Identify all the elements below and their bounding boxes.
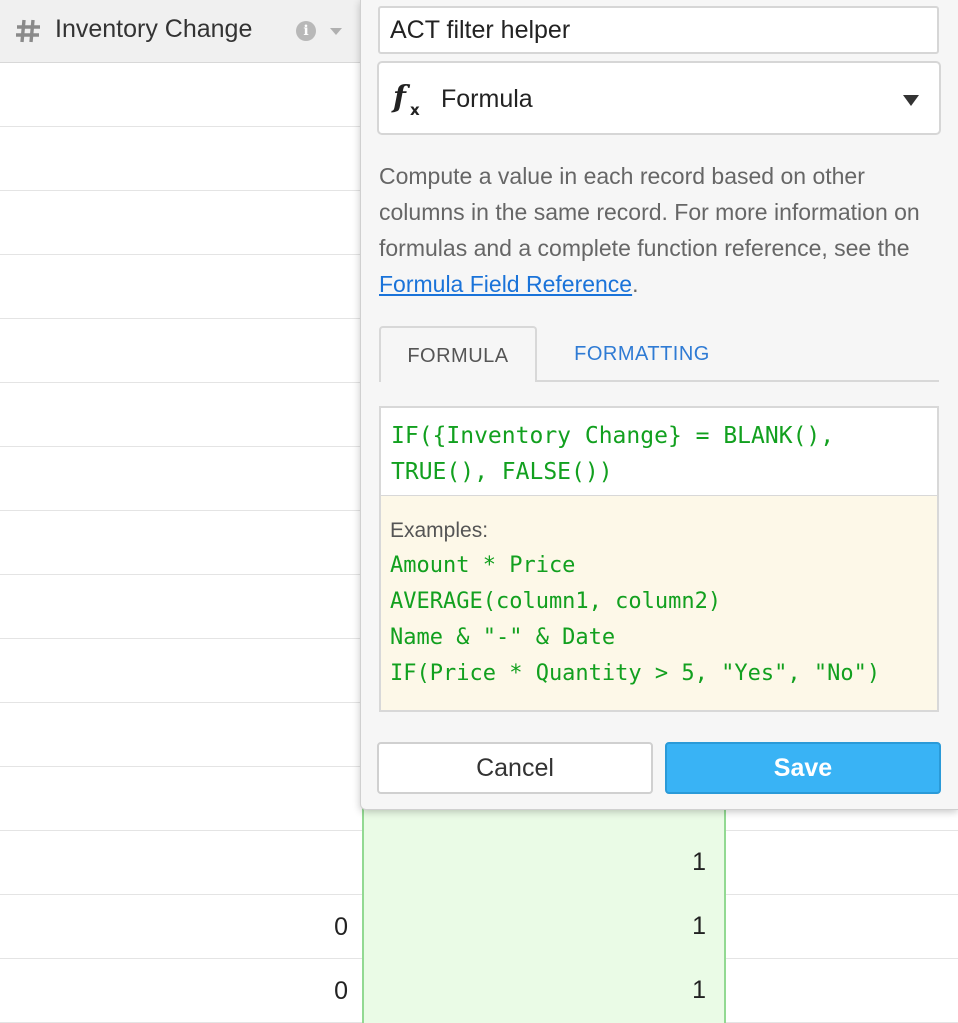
cell-helper[interactable]: 1 bbox=[362, 894, 726, 959]
cancel-button[interactable]: Cancel bbox=[377, 742, 653, 794]
cell-inventory-change[interactable] bbox=[0, 191, 362, 254]
field-type-label: Formula bbox=[441, 85, 533, 113]
field-type-select[interactable]: f x Formula bbox=[377, 61, 941, 135]
formula-input[interactable]: IF({Inventory Change} = BLANK(), TRUE(),… bbox=[379, 406, 939, 496]
table-row[interactable]: 0 1 bbox=[0, 894, 958, 959]
field-type-description: Compute a value in each record based on … bbox=[379, 158, 944, 302]
cell-inventory-change[interactable] bbox=[0, 63, 362, 126]
info-icon[interactable]: i bbox=[296, 21, 316, 41]
cell-inventory-change[interactable] bbox=[0, 703, 362, 766]
svg-text:f: f bbox=[391, 80, 411, 115]
tab-formatting[interactable]: FORMATTING bbox=[557, 326, 727, 382]
description-text: Compute a value in each record based on … bbox=[379, 163, 920, 261]
chevron-down-icon bbox=[903, 95, 919, 106]
field-name-input[interactable] bbox=[378, 6, 939, 54]
cell-inventory-change[interactable]: 0 bbox=[0, 895, 362, 958]
table-row[interactable]: 1 bbox=[0, 830, 958, 895]
hash-icon bbox=[16, 19, 40, 43]
cell-empty[interactable] bbox=[726, 831, 958, 894]
cell-empty[interactable] bbox=[726, 959, 958, 1022]
column-header-inventory-change[interactable]: Inventory Change i bbox=[0, 0, 362, 63]
field-config-popover: f x Formula Compute a value in each reco… bbox=[360, 0, 958, 810]
cell-inventory-change[interactable] bbox=[0, 447, 362, 510]
example-line: Amount * Price bbox=[390, 553, 576, 578]
cell-inventory-change[interactable] bbox=[0, 511, 362, 574]
examples-title: Examples: bbox=[390, 519, 489, 542]
cell-helper[interactable]: 1 bbox=[362, 958, 726, 1023]
cell-empty[interactable] bbox=[726, 895, 958, 958]
cell-inventory-change[interactable] bbox=[0, 575, 362, 638]
tab-formula[interactable]: FORMULA bbox=[379, 326, 537, 382]
cell-inventory-change[interactable]: 0 bbox=[0, 959, 362, 1022]
formula-reference-link[interactable]: Formula Field Reference bbox=[379, 271, 632, 297]
formula-examples: Examples: Amount * Price AVERAGE(column1… bbox=[379, 496, 939, 712]
cell-inventory-change[interactable] bbox=[0, 767, 362, 830]
config-tabs: FORMULA FORMATTING bbox=[379, 326, 939, 382]
column-header-label: Inventory Change bbox=[55, 15, 253, 43]
table-row[interactable]: 0 1 bbox=[0, 958, 958, 1023]
cell-helper[interactable]: 1 bbox=[362, 830, 726, 895]
example-line: Name & "-" & Date bbox=[390, 625, 616, 650]
cell-inventory-change[interactable] bbox=[0, 127, 362, 190]
fx-icon: f x bbox=[391, 80, 420, 119]
cell-inventory-change[interactable] bbox=[0, 319, 362, 382]
cell-inventory-change[interactable] bbox=[0, 255, 362, 318]
cell-inventory-change[interactable] bbox=[0, 831, 362, 894]
chevron-down-icon[interactable] bbox=[330, 28, 342, 35]
description-end: . bbox=[632, 271, 639, 297]
cell-inventory-change[interactable] bbox=[0, 383, 362, 446]
cell-inventory-change[interactable] bbox=[0, 639, 362, 702]
example-line: AVERAGE(column1, column2) bbox=[390, 589, 722, 614]
save-button[interactable]: Save bbox=[665, 742, 941, 794]
svg-text:x: x bbox=[410, 101, 420, 119]
example-line: IF(Price * Quantity > 5, "Yes", "No") bbox=[390, 661, 881, 686]
